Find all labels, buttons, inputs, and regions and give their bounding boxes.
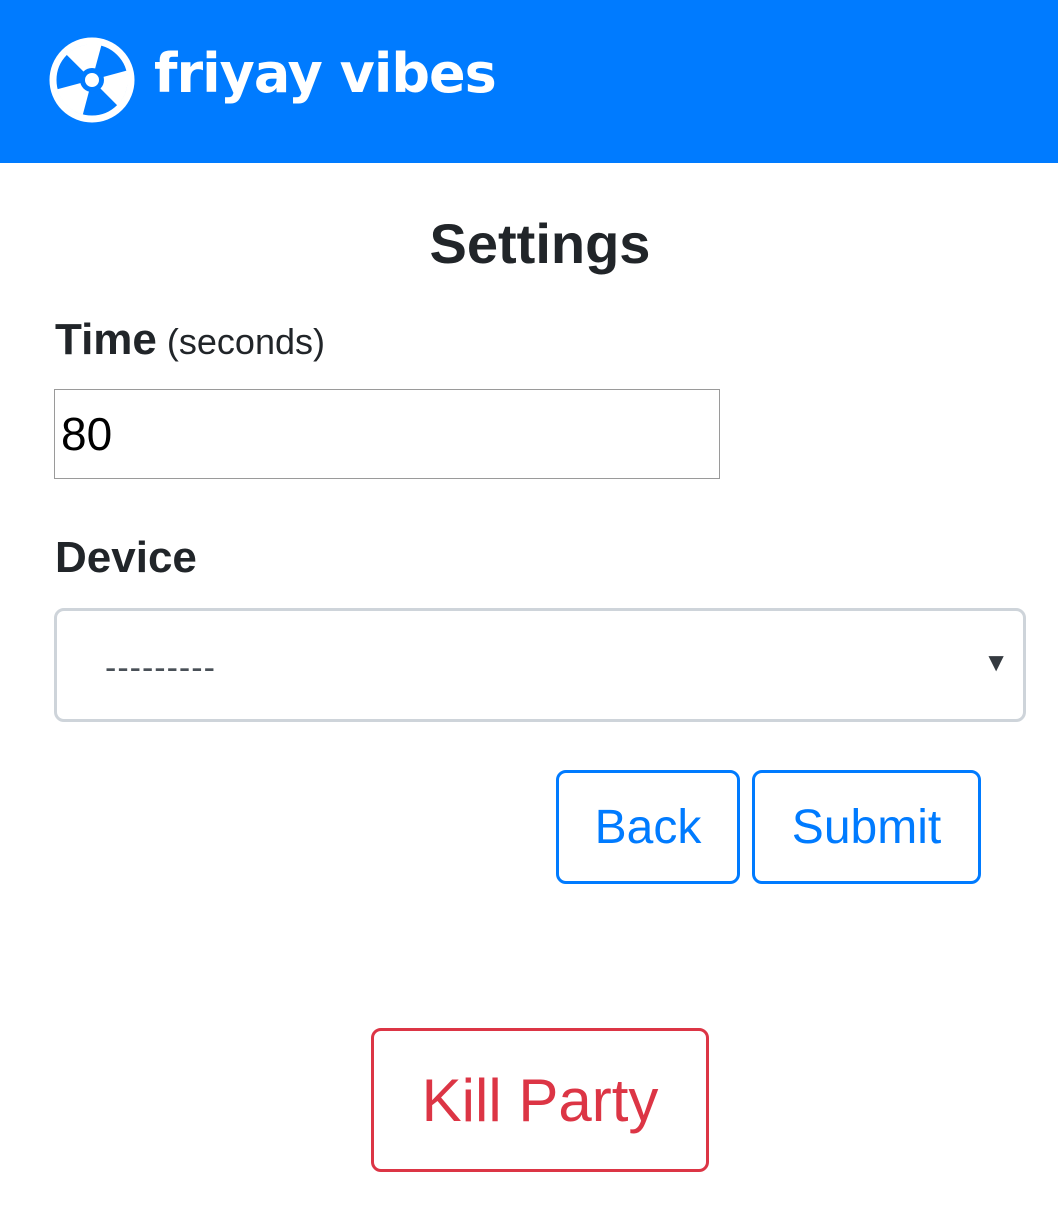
page-title: Settings — [429, 212, 651, 275]
caret-down-icon: ▼ — [983, 647, 1009, 677]
kill-party-button[interactable]: Kill Party — [371, 1028, 709, 1172]
time-label: Time (seconds) — [55, 318, 325, 362]
brand-name: friyay vibes — [154, 42, 497, 105]
time-hint: (seconds) — [166, 321, 325, 362]
time-label-text: Time — [55, 315, 157, 364]
device-label: Device — [55, 533, 197, 582]
brand-link[interactable]: friyay vibes — [48, 35, 497, 125]
time-input[interactable] — [54, 389, 720, 479]
device-select[interactable]: --------- ▼ — [54, 608, 1026, 722]
submit-button[interactable]: Submit — [752, 770, 981, 884]
navbar: friyay vibes — [0, 0, 1058, 163]
back-button[interactable]: Back — [556, 770, 740, 884]
fan-icon — [49, 37, 135, 123]
device-select-value: --------- — [105, 649, 216, 687]
